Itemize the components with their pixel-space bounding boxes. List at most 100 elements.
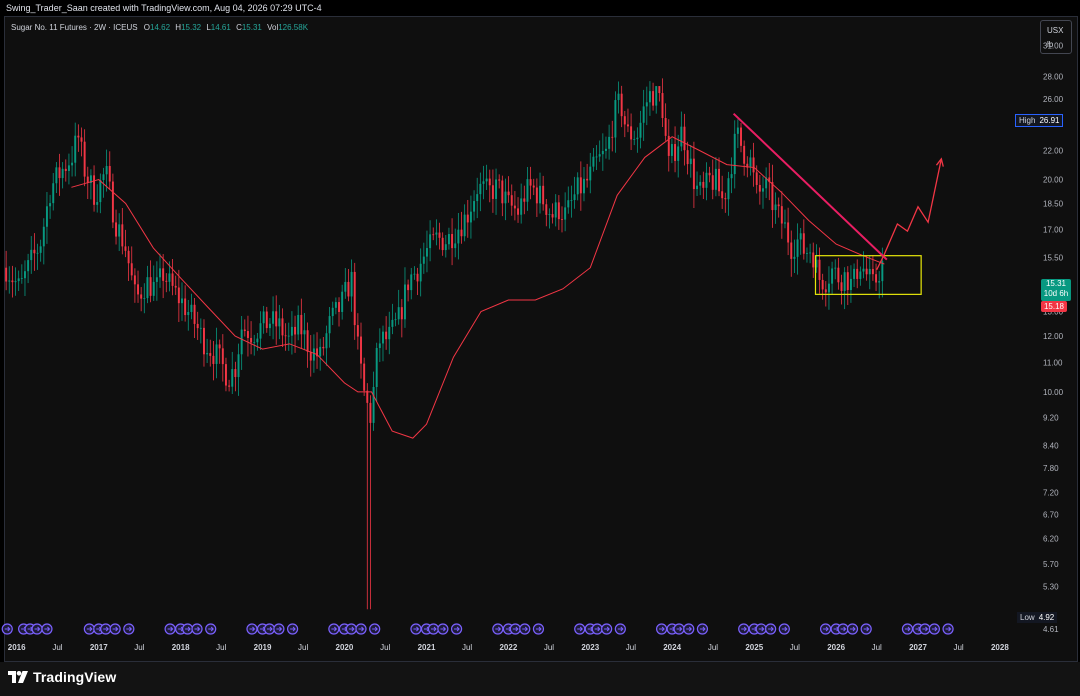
candle-body — [827, 283, 830, 293]
candle-body — [447, 234, 450, 245]
x-tick-label: 2026 — [827, 643, 845, 652]
candle-body — [771, 182, 774, 211]
y-tick-label: 5.70 — [1043, 560, 1059, 569]
candle-body — [865, 268, 868, 275]
candle-body — [105, 166, 108, 175]
candle-body — [438, 232, 441, 238]
candle-body — [416, 273, 419, 282]
candle-body — [218, 344, 221, 349]
candle-body — [843, 272, 846, 292]
y-tick-label: 26.00 — [1043, 95, 1064, 104]
y-tick-label: 15.50 — [1043, 254, 1064, 263]
last-price-tag: 15.31 10d 6h — [1041, 279, 1071, 301]
x-tick-label: Jul — [216, 643, 226, 652]
candle-body — [360, 336, 362, 364]
candle-body — [821, 279, 824, 290]
candle-body — [338, 302, 340, 312]
candle-body — [601, 150, 604, 155]
y-tick-label: 5.30 — [1043, 582, 1059, 591]
candle-body — [576, 177, 579, 195]
y-tick-label: 28.00 — [1043, 72, 1064, 81]
candle-body — [491, 185, 494, 199]
candle-body — [777, 204, 780, 207]
candle-body — [774, 204, 777, 211]
y-tick-label: 11.00 — [1043, 359, 1063, 368]
candle-body — [849, 278, 852, 291]
candle-body — [403, 284, 406, 320]
candle-body — [39, 246, 42, 253]
volume-value: 126.58K — [278, 23, 309, 32]
candle-body — [633, 139, 636, 140]
candle-body — [696, 185, 699, 190]
candle-body — [812, 252, 815, 268]
currency-unit-button[interactable]: USX lb — [1040, 20, 1072, 54]
candle-body — [111, 181, 114, 223]
candle-body — [290, 326, 293, 336]
candle-body — [363, 363, 366, 391]
candle-body — [303, 330, 306, 335]
candle-body — [281, 318, 284, 336]
candle-body — [203, 327, 205, 355]
candle-body — [570, 200, 573, 201]
candle-body — [265, 311, 268, 329]
candle-body — [366, 390, 369, 403]
candle-body — [796, 239, 799, 257]
candle-body — [535, 187, 538, 204]
candle-body — [614, 100, 617, 138]
candle-body — [284, 335, 287, 337]
candle-body — [319, 346, 322, 357]
candle-body — [231, 369, 234, 387]
candle-body — [11, 280, 14, 283]
candle-body — [526, 179, 529, 202]
brand-name: TradingView — [33, 669, 117, 685]
candle-body — [228, 385, 231, 387]
candle-body — [77, 135, 80, 138]
candle-body — [545, 204, 548, 215]
candle-body — [523, 198, 526, 202]
candle-body — [840, 282, 843, 292]
candle-body — [184, 298, 187, 316]
candle-body — [853, 268, 856, 279]
candle-body — [209, 353, 212, 356]
candle-body — [212, 355, 215, 364]
candle-body — [234, 369, 237, 378]
candle-body — [683, 126, 686, 151]
candle-body — [617, 93, 620, 101]
tradingview-logo[interactable]: TradingView — [8, 668, 116, 686]
candle-body — [592, 156, 595, 167]
candle-body — [74, 135, 77, 163]
y-tick-label: 6.20 — [1043, 534, 1059, 543]
candle-body — [626, 124, 629, 127]
candle-body — [752, 157, 755, 173]
candle-body — [224, 364, 227, 386]
candle-body — [127, 250, 130, 264]
y-tick-label: 12.00 — [1043, 332, 1064, 341]
candle-body — [215, 344, 218, 364]
candle-body — [755, 172, 758, 185]
candle-body — [652, 91, 655, 106]
candle-body — [206, 353, 209, 355]
candle-body — [400, 307, 403, 320]
candle-body — [674, 144, 677, 161]
candle-body — [727, 178, 730, 200]
footer-bar — [0, 662, 1080, 696]
candle-body — [23, 271, 26, 279]
candle-body — [724, 198, 727, 200]
candle-body — [469, 211, 472, 223]
candle-body — [623, 116, 626, 125]
candle-body — [64, 168, 67, 171]
x-tick-label: 2028 — [991, 643, 1009, 652]
candle-body — [49, 203, 52, 207]
candle-body — [466, 214, 469, 223]
candle-body — [196, 323, 199, 329]
candle-body — [61, 168, 64, 179]
candle-body — [702, 181, 705, 188]
y-tick-label: 22.00 — [1043, 146, 1064, 155]
x-tick-label: Jul — [626, 643, 636, 652]
candle-body — [8, 280, 11, 282]
candle-body — [268, 323, 271, 329]
x-tick-label: 2019 — [254, 643, 272, 652]
candle-body — [740, 127, 742, 146]
candle-body — [495, 179, 498, 199]
price-chart[interactable]: 31.0028.0026.0024.0022.0020.0018.5017.00… — [0, 0, 1080, 662]
